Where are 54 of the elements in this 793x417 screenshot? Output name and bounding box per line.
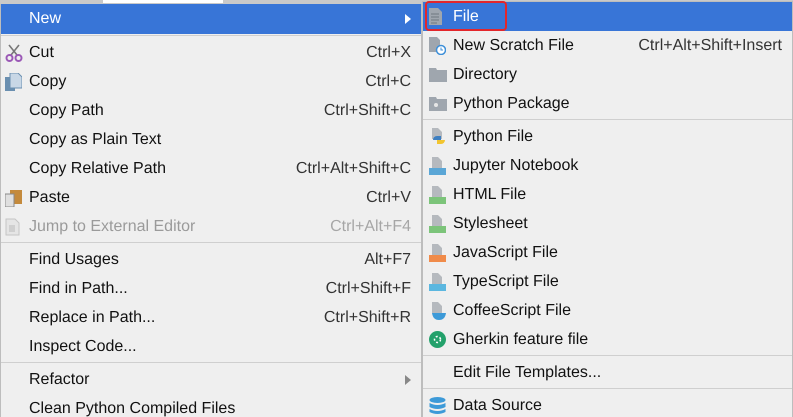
- menu-item[interactable]: CoffeeScript File: [423, 296, 792, 325]
- menu-item[interactable]: Python Package: [423, 89, 792, 118]
- menu-item[interactable]: Find in Path... Ctrl+Shift+F: [1, 274, 421, 303]
- menu-item[interactable]: Replace in Path... Ctrl+Shift+R: [1, 303, 421, 332]
- menu-item[interactable]: Jupyter Notebook: [423, 151, 792, 180]
- shortcut-text: Ctrl+C: [365, 72, 411, 90]
- menu-item[interactable]: TypeScript File: [423, 267, 792, 296]
- shortcut-text: Ctrl+Alt+Shift+C: [296, 160, 411, 178]
- notebook-file-icon: [429, 156, 446, 174]
- menu-item[interactable]: Edit File Templates...: [423, 358, 792, 387]
- menu-item[interactable]: Copy Relative Path Ctrl+Alt+Shift+C: [1, 154, 421, 183]
- shortcut-text: Ctrl+Shift+F: [326, 280, 411, 298]
- cucumber-icon: [429, 331, 446, 348]
- html-file-icon: [429, 186, 446, 204]
- menu-item[interactable]: HTML File: [423, 180, 792, 209]
- shortcut-text: Ctrl+Alt+F4: [330, 218, 411, 236]
- typescript-file-icon: [429, 272, 446, 290]
- menu-item[interactable]: Copy as Plain Text: [1, 125, 421, 154]
- clipboard-icon: [5, 188, 22, 206]
- copy-icon: [5, 72, 22, 90]
- python-file-icon: [429, 128, 446, 146]
- menu-item[interactable]: Cut Ctrl+X: [1, 38, 421, 67]
- file-icon: [429, 8, 443, 25]
- menu-item[interactable]: File: [423, 2, 792, 31]
- menu-item[interactable]: Gherkin feature file: [423, 325, 792, 354]
- file-clock-icon: [429, 36, 446, 54]
- menu-item[interactable]: New Scratch File Ctrl+Alt+Shift+Insert: [423, 31, 792, 60]
- menu-item[interactable]: Refactor: [1, 365, 421, 394]
- menu-item[interactable]: New: [1, 4, 421, 34]
- menu-item[interactable]: Find Usages Alt+F7: [1, 245, 421, 274]
- shortcut-text: Ctrl+Shift+C: [324, 102, 411, 120]
- menu-item[interactable]: Copy Path Ctrl+Shift+C: [1, 96, 421, 125]
- menu-item[interactable]: Stylesheet: [423, 209, 792, 238]
- javascript-file-icon: [429, 244, 446, 262]
- shortcut-text: Alt+F7: [364, 250, 411, 268]
- database-icon: [429, 396, 446, 414]
- menu-item[interactable]: Data Source: [423, 391, 792, 417]
- css-file-icon: [429, 214, 446, 232]
- menu-item[interactable]: Paste Ctrl+V: [1, 183, 421, 212]
- folder-icon: [429, 96, 447, 111]
- menu-item[interactable]: Python File: [423, 122, 792, 151]
- menu-item[interactable]: Clean Python Compiled Files: [1, 394, 421, 417]
- scissors-icon: [5, 44, 23, 62]
- shortcut-text: Ctrl+Alt+Shift+Insert: [638, 36, 782, 54]
- coffee-file-icon: [429, 302, 446, 320]
- shortcut-text: Ctrl+Shift+R: [324, 308, 411, 326]
- menu-item[interactable]: JavaScript File: [423, 238, 792, 267]
- shortcut-text: Ctrl+X: [366, 44, 411, 62]
- menu-item[interactable]: Copy Ctrl+C: [1, 67, 421, 96]
- menu-item[interactable]: Inspect Code...: [1, 332, 421, 361]
- document-icon: [5, 218, 20, 236]
- shortcut-text: Ctrl+V: [366, 188, 411, 206]
- folder-icon: [429, 67, 447, 82]
- menu-item[interactable]: Directory: [423, 60, 792, 89]
